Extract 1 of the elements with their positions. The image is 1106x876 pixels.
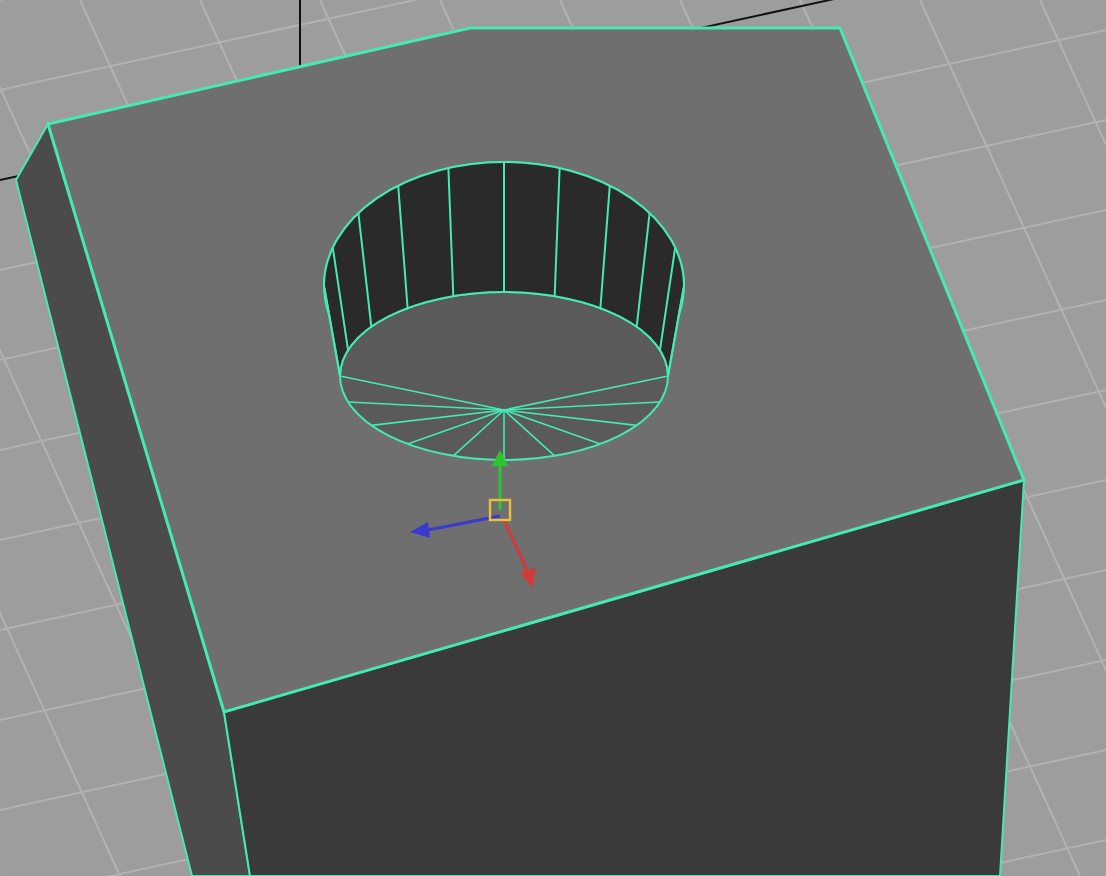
move-manipulator-icon[interactable] [410,450,536,588]
